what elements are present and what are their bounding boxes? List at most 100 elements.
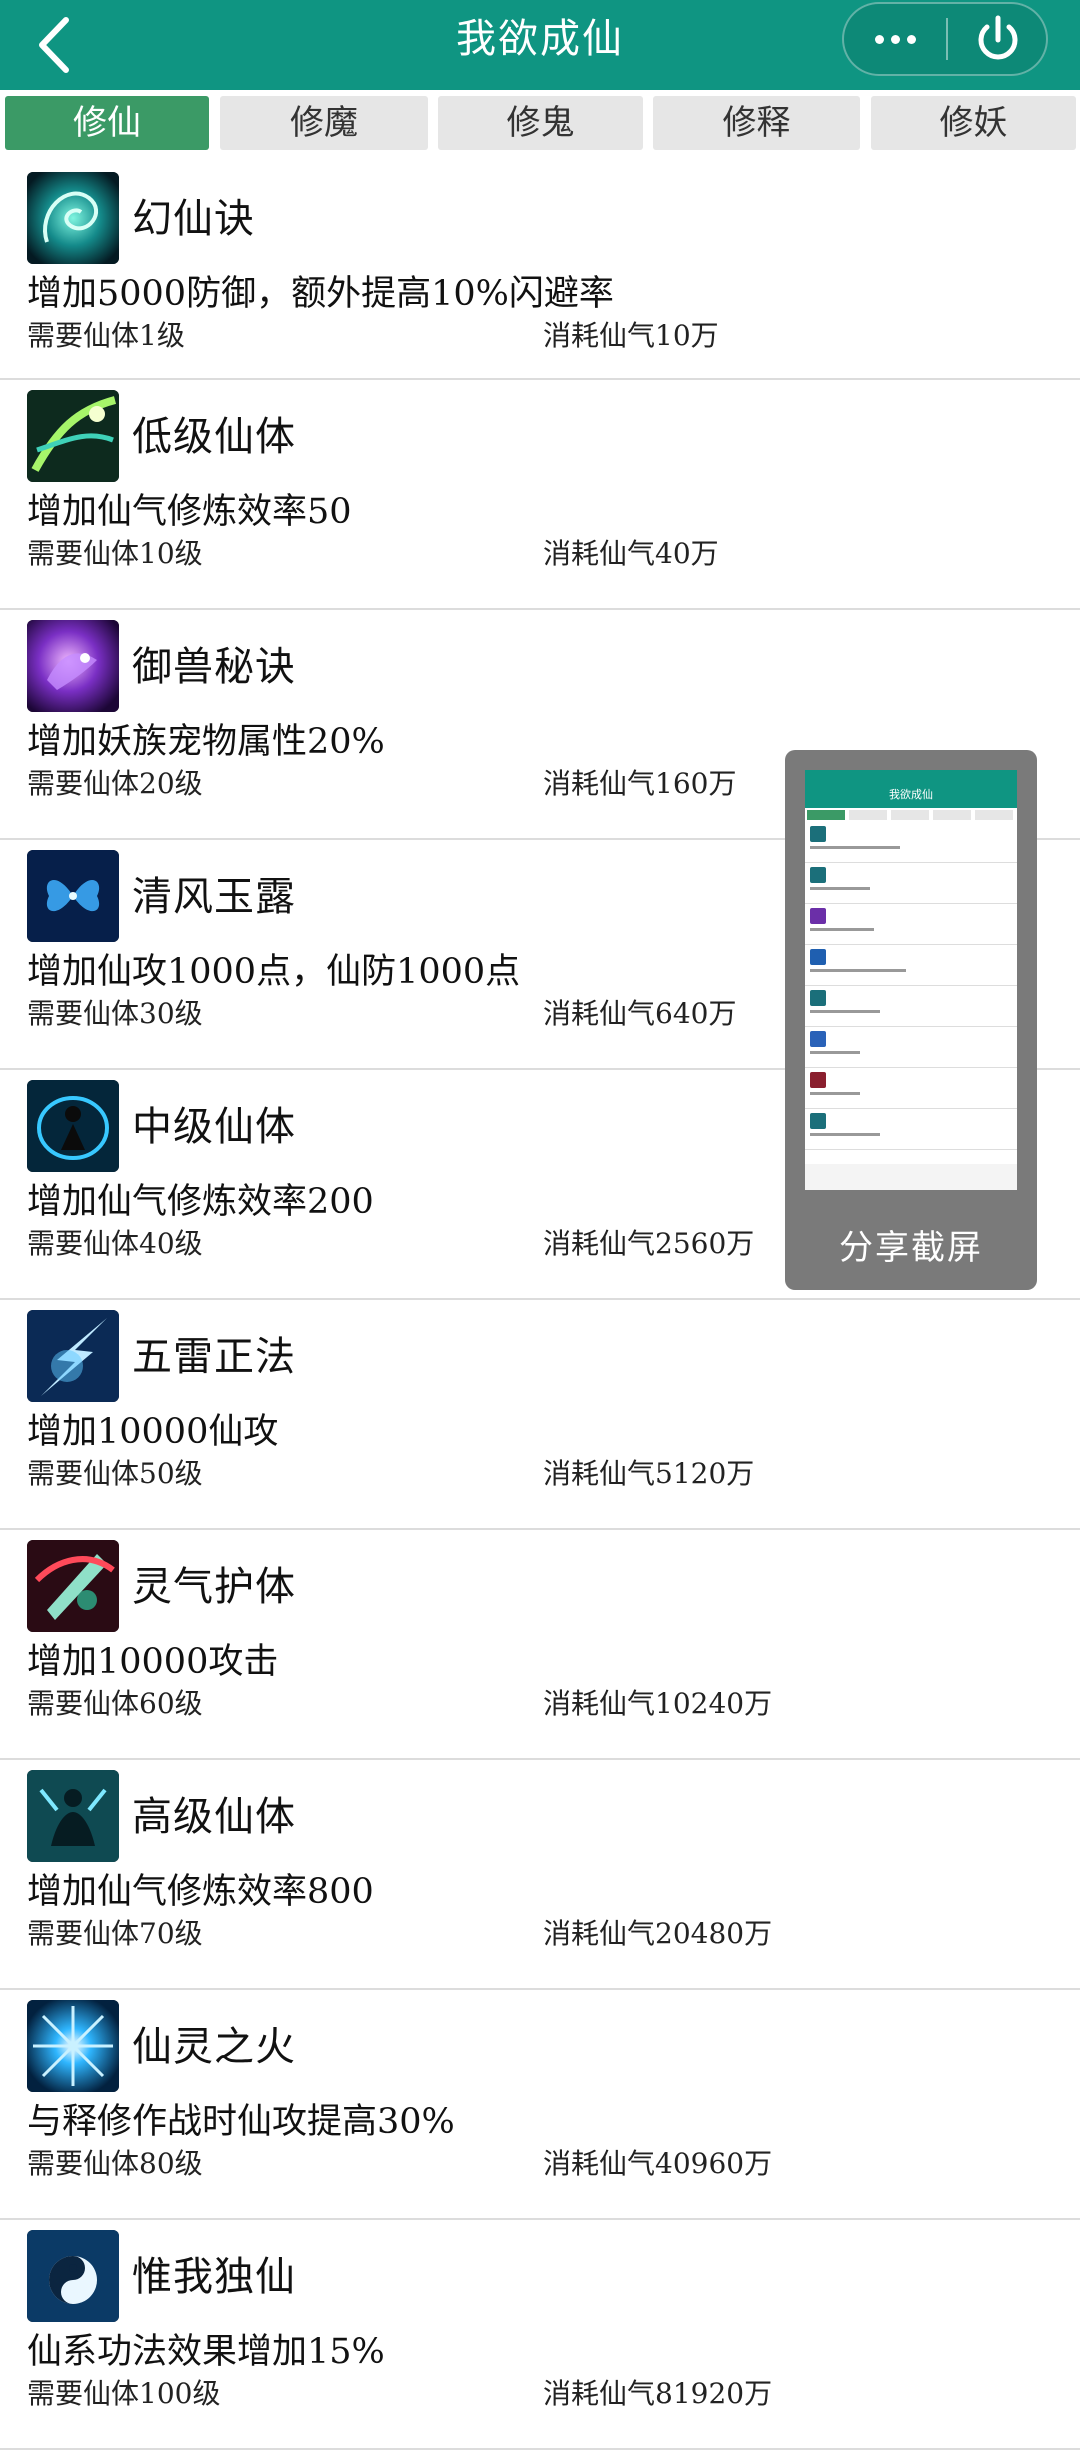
skill-description: 仙系功法效果增加15% xyxy=(27,2332,385,2372)
figure-icon xyxy=(27,1080,119,1172)
list-item[interactable]: 低级仙体 增加仙气修炼效率50 需要仙体10级 消耗仙气40万 xyxy=(0,380,1080,610)
thumbnail-row-icon xyxy=(810,1113,826,1129)
starburst-icon xyxy=(27,2000,119,2092)
skill-cost: 消耗仙气20480万 xyxy=(543,1917,773,1950)
thumbnail-row xyxy=(805,945,1017,986)
skill-description: 增加仙攻1000点，仙防1000点 xyxy=(27,952,521,992)
thunder-icon xyxy=(27,1310,119,1402)
meditate-icon xyxy=(27,1770,119,1862)
skill-requirement: 需要仙体80级 xyxy=(27,2147,203,2180)
skill-description: 增加10000攻击 xyxy=(27,1642,279,1682)
skill-cost: 消耗仙气81920万 xyxy=(543,2377,773,2410)
tab-xiugui[interactable]: 修鬼 xyxy=(438,96,643,150)
skill-requirement: 需要仙体100级 xyxy=(27,2377,221,2410)
skill-name: 高级仙体 xyxy=(132,1794,296,1840)
tab-xiushi[interactable]: 修释 xyxy=(653,96,860,150)
thumbnail-row xyxy=(805,1027,1017,1068)
skill-name: 仙灵之火 xyxy=(132,2024,296,2070)
list-item[interactable]: 五雷正法 增加10000仙攻 需要仙体50级 消耗仙气5120万 xyxy=(0,1300,1080,1530)
skill-description: 增加仙气修炼效率800 xyxy=(27,1872,374,1912)
thumbnail-row-icon xyxy=(810,990,826,1006)
skill-name: 中级仙体 xyxy=(132,1104,296,1150)
list-item[interactable]: 仙灵之火 与释修作战时仙攻提高30% 需要仙体80级 消耗仙气40960万 xyxy=(0,1990,1080,2220)
power-icon xyxy=(978,15,1018,60)
thumbnail-tab xyxy=(891,810,929,820)
skill-cost: 消耗仙气2560万 xyxy=(543,1227,755,1260)
thumbnail-row-line xyxy=(810,887,870,890)
thumbnail-row-icon xyxy=(810,949,826,965)
skill-description: 与释修作战时仙攻提高30% xyxy=(27,2102,455,2142)
thumbnail-row-icon xyxy=(810,826,826,842)
thumbnail-row xyxy=(805,1109,1017,1150)
skill-requirement: 需要仙体30级 xyxy=(27,997,203,1030)
skill-cost: 消耗仙气5120万 xyxy=(543,1457,755,1490)
thumbnail-tab xyxy=(933,810,971,820)
skill-list: 幻仙诀 增加5000防御，额外提高10%闪避率 需要仙体1级 消耗仙气10万 低… xyxy=(0,162,1080,2450)
skill-description: 增加10000仙攻 xyxy=(27,1412,279,1452)
thumbnail-row xyxy=(805,822,1017,863)
skill-description: 增加5000防御，额外提高10%闪避率 xyxy=(27,274,614,314)
thumbnail-row xyxy=(805,863,1017,904)
more-dots-icon xyxy=(875,35,884,44)
thumbnail-tabs xyxy=(805,810,1017,820)
skill-requirement: 需要仙体70级 xyxy=(27,1917,203,1950)
tab-xiuxian[interactable]: 修仙 xyxy=(5,96,209,150)
skill-name: 惟我独仙 xyxy=(132,2254,296,2300)
more-dot xyxy=(891,35,900,44)
skill-requirement: 需要仙体1级 xyxy=(27,319,185,352)
thumbnail-row-icon xyxy=(810,867,826,883)
screenshot-thumbnail[interactable]: 我欲成仙 xyxy=(805,770,1017,1190)
skill-requirement: 需要仙体10级 xyxy=(27,537,203,570)
thumbnail-tab xyxy=(975,810,1013,820)
thumbnail-row-icon xyxy=(810,1072,826,1088)
thumbnail-row-line xyxy=(810,969,906,972)
skill-cost: 消耗仙气10240万 xyxy=(543,1687,773,1720)
share-screenshot-popup[interactable]: 我欲成仙 分享截屏 xyxy=(785,750,1037,1290)
butterfly-icon xyxy=(27,850,119,942)
list-item[interactable]: 幻仙诀 增加5000防御，额外提高10%闪避率 需要仙体1级 消耗仙气10万 xyxy=(0,162,1080,380)
app-header: 我欲成仙 xyxy=(0,0,1080,90)
skill-name: 五雷正法 xyxy=(132,1334,296,1380)
thumbnail-row-icon xyxy=(810,908,826,924)
share-screenshot-label: 分享截屏 xyxy=(839,1228,983,1268)
thumbnail-tab xyxy=(849,810,887,820)
thumbnail-row-line xyxy=(810,1133,880,1136)
skill-requirement: 需要仙体40级 xyxy=(27,1227,203,1260)
tab-xiumo[interactable]: 修魔 xyxy=(220,96,428,150)
yinyang-icon xyxy=(27,2230,119,2322)
more-dot xyxy=(907,35,916,44)
thumbnail-row-line xyxy=(810,1051,860,1054)
thumbnail-row-line xyxy=(810,846,900,849)
list-item[interactable]: 高级仙体 增加仙气修炼效率800 需要仙体70级 消耗仙气20480万 xyxy=(0,1760,1080,1990)
skill-description: 增加仙气修炼效率200 xyxy=(27,1182,374,1222)
list-item[interactable]: 灵气护体 增加10000攻击 需要仙体60级 消耗仙气10240万 xyxy=(0,1530,1080,1760)
list-item[interactable]: 惟我独仙 仙系功法效果增加15% 需要仙体100级 消耗仙气81920万 xyxy=(0,2220,1080,2450)
shield-icon xyxy=(27,1540,119,1632)
skill-cost: 消耗仙气640万 xyxy=(543,997,737,1030)
skill-cost: 消耗仙气40万 xyxy=(543,537,719,570)
category-tabs: 修仙 修魔 修鬼 修释 修妖 xyxy=(0,96,1080,150)
more-button[interactable] xyxy=(844,4,946,74)
skill-description: 增加妖族宠物属性20% xyxy=(27,722,385,762)
skill-name: 清风玉露 xyxy=(132,874,296,920)
close-button[interactable] xyxy=(948,4,1048,74)
thumbnail-row-icon xyxy=(810,1031,826,1047)
skill-description: 增加仙气修炼效率50 xyxy=(27,492,352,532)
thumbnail-row xyxy=(805,904,1017,945)
skill-name: 低级仙体 xyxy=(132,414,296,460)
thumbnail-row xyxy=(805,986,1017,1027)
thumbnail-row-line xyxy=(810,1010,880,1013)
thumbnail-nav-bar xyxy=(805,1164,1017,1190)
swirl-icon xyxy=(27,172,119,264)
skill-requirement: 需要仙体60级 xyxy=(27,1687,203,1720)
thumbnail-row-line xyxy=(810,928,874,931)
tab-xiuyao[interactable]: 修妖 xyxy=(871,96,1076,150)
skill-cost: 消耗仙气10万 xyxy=(543,319,719,352)
beast-icon xyxy=(27,620,119,712)
skill-name: 御兽秘诀 xyxy=(132,644,296,690)
skill-cost: 消耗仙气40960万 xyxy=(543,2147,773,2180)
skill-cost: 消耗仙气160万 xyxy=(543,767,737,800)
mini-program-capsule xyxy=(842,2,1048,76)
skill-requirement: 需要仙体20级 xyxy=(27,767,203,800)
thumbnail-tab xyxy=(807,810,845,820)
